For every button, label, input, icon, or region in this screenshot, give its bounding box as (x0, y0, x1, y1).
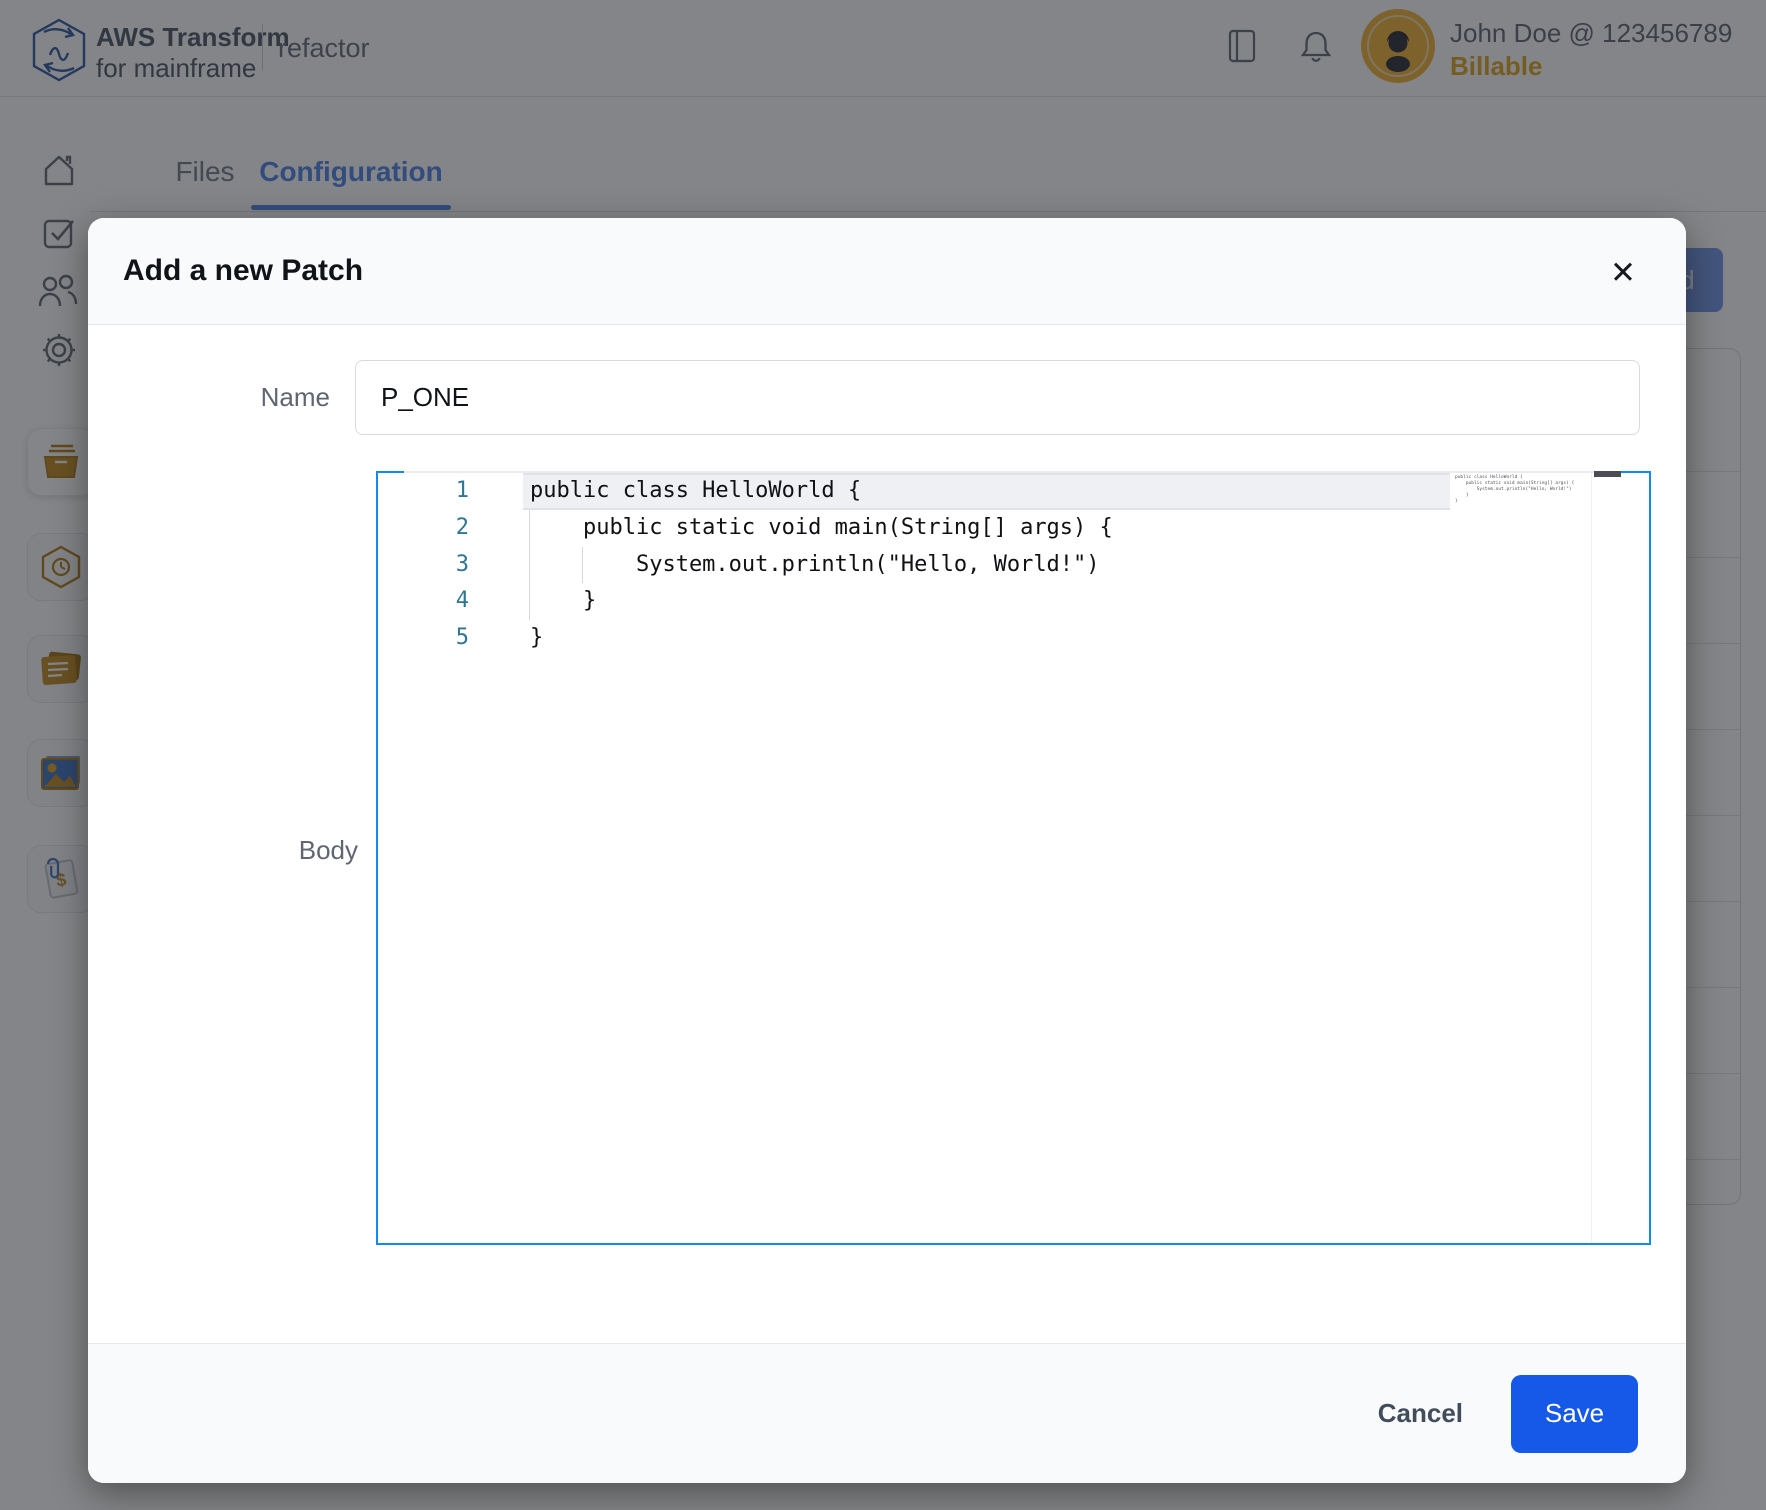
line-number: 1 (455, 478, 469, 503)
line-number: 3 (455, 551, 469, 577)
code-text: } (530, 588, 597, 614)
code-text: System.out.println("Hello, World!") (530, 551, 1100, 577)
name-input[interactable] (355, 360, 1640, 435)
line-number: 2 (455, 514, 469, 540)
indent-guide (582, 546, 583, 584)
code-text: } (530, 625, 544, 651)
line-number: 5 (455, 625, 469, 651)
scrollbar-thumb[interactable] (1594, 471, 1621, 477)
code-text: public class HelloWorld { (530, 478, 862, 503)
body-label: Body (298, 835, 358, 865)
app-root: AWS Transform for mainframe refactor Joh… (0, 0, 1766, 1510)
code-line: 3 System.out.println("Hello, World!") (378, 547, 1649, 584)
editor-minimap[interactable]: public class HelloWorld { public static … (1455, 475, 1574, 505)
code-text: public static void main(String[] args) { (530, 514, 1113, 540)
cancel-button[interactable]: Cancel (1378, 1398, 1463, 1429)
close-icon[interactable]: ✕ (1602, 252, 1644, 294)
code-line: 4 } (378, 583, 1649, 620)
modal-header: Add a new Patch ✕ (88, 218, 1686, 325)
patch-body-code-editor[interactable]: 1 public class HelloWorld { 2 public sta… (376, 471, 1651, 1245)
add-patch-modal: Add a new Patch ✕ Name Body 1 public cla… (88, 218, 1686, 1483)
indent-guide (529, 509, 530, 621)
editor-top-edge (404, 471, 1594, 473)
line-number: 4 (455, 588, 469, 614)
code-line: 5 } (378, 620, 1649, 657)
modal-title: Add a new Patch (123, 254, 364, 287)
save-button[interactable]: Save (1511, 1374, 1638, 1453)
name-label: Name (260, 382, 330, 412)
modal-footer: Cancel Save (88, 1343, 1686, 1483)
code-line: 2 public static void main(String[] args)… (378, 510, 1649, 547)
